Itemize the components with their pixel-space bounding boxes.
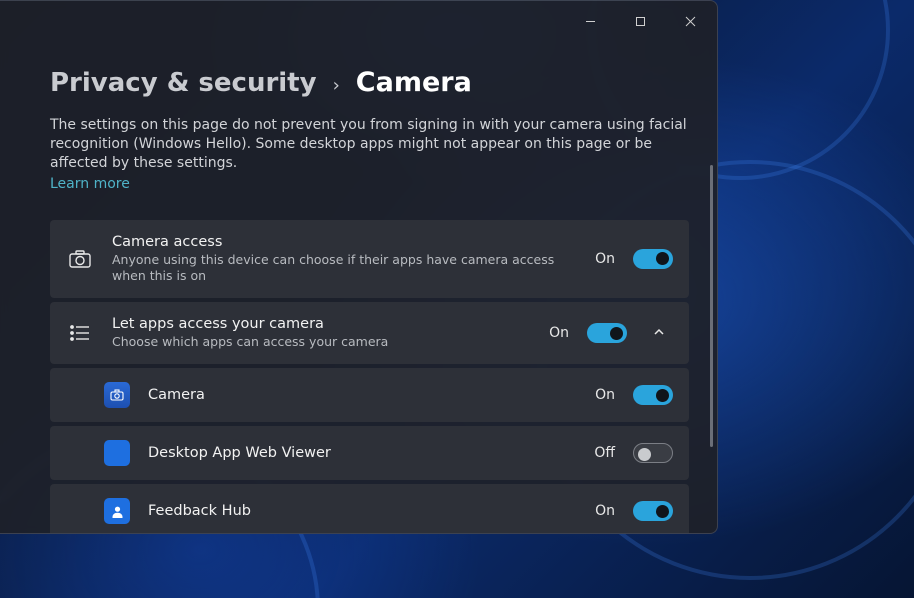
learn-more-link[interactable]: Learn more [50,176,130,192]
toggle-app-camera[interactable] [633,385,673,405]
toggle-app-feedback-hub[interactable] [633,501,673,521]
camera-icon [66,250,94,268]
chevron-right-icon: › [333,75,340,96]
breadcrumb-parent[interactable]: Privacy & security [50,68,317,98]
scrollbar[interactable] [710,165,713,447]
page-description: The settings on this page do not prevent… [50,116,689,173]
app-row-camera[interactable]: Camera On [50,368,689,422]
settings-content: Privacy & security › Camera The settings… [0,41,717,533]
toggle-app-desktop-web-viewer[interactable] [633,443,673,463]
setting-camera-access[interactable]: Camera access Anyone using this device c… [50,220,689,299]
setting-subtitle: Anyone using this device can choose if t… [112,252,571,285]
setting-let-apps-access[interactable]: Let apps access your camera Choose which… [50,302,689,364]
toggle-camera-access[interactable] [633,249,673,269]
setting-title: Camera access [112,234,571,250]
app-icon-generic [104,440,130,466]
toggle-state-label: On [543,325,569,341]
list-icon [66,325,94,341]
app-name: Desktop App Web Viewer [148,445,571,461]
app-name: Feedback Hub [148,503,571,519]
chevron-up-icon[interactable] [645,324,673,343]
setting-subtitle: Choose which apps can access your camera [112,334,525,350]
breadcrumb: Privacy & security › Camera [50,67,689,98]
setting-title: Let apps access your camera [112,316,525,332]
close-button[interactable] [671,5,709,37]
app-row-desktop-web-viewer[interactable]: Desktop App Web Viewer Off [50,426,689,480]
settings-list: Camera access Anyone using this device c… [50,220,689,533]
toggle-state-label: Off [589,445,615,461]
page-title: Camera [356,67,472,98]
minimize-button[interactable] [571,5,609,37]
app-icon-feedback [104,498,130,524]
app-row-feedback-hub[interactable]: Feedback Hub On [50,484,689,533]
settings-window: Privacy & security › Camera The settings… [0,0,718,534]
maximize-button[interactable] [621,5,659,37]
window-titlebar [0,1,717,41]
toggle-state-label: On [589,251,615,267]
toggle-let-apps[interactable] [587,323,627,343]
app-name: Camera [148,387,571,403]
toggle-state-label: On [589,387,615,403]
app-icon-camera [104,382,130,408]
toggle-state-label: On [589,503,615,519]
